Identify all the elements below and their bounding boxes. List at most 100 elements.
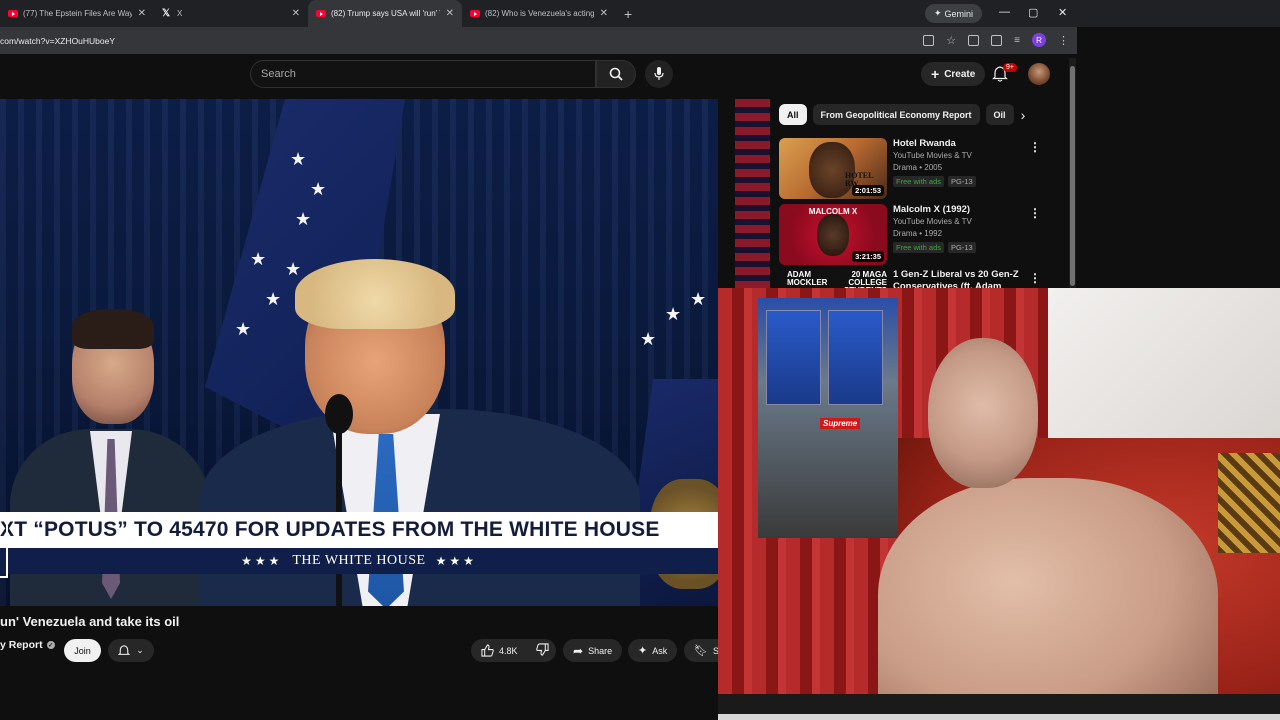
- close-tab-icon[interactable]: ✕: [292, 8, 300, 19]
- tab-trump-venezuela[interactable]: (82) Trump says USA will 'run' V ✕: [308, 0, 462, 27]
- thumbs-up-icon: [481, 644, 494, 657]
- youtube-favicon-icon: [316, 10, 326, 17]
- profile-avatar[interactable]: R: [1032, 33, 1046, 47]
- close-tab-icon[interactable]: ✕: [446, 8, 454, 19]
- recommendation-tags: Free with ads PG-13: [893, 176, 1033, 187]
- microphone-icon: [654, 67, 664, 80]
- maximize-icon[interactable]: ▢: [1028, 6, 1038, 19]
- save-button[interactable]: 🔖︎ S: [684, 639, 718, 662]
- webcam-person: [878, 328, 1218, 720]
- media-controls-icon[interactable]: ≡: [1014, 35, 1020, 46]
- recommendation-title[interactable]: Hotel Rwanda: [893, 138, 1033, 150]
- video-thumbnail[interactable]: MALCOLM X 3:21:35: [779, 204, 887, 265]
- webcam-bottom-bar: [718, 714, 1280, 720]
- chevron-down-icon: ⌄: [136, 645, 144, 655]
- video-thumbnail[interactable]: HOTEL RW 2:01:53: [779, 138, 887, 199]
- recommendation-title[interactable]: 1 Gen-Z Liberal vs 20 Gen-Z Conservative…: [893, 269, 1033, 288]
- gemini-label: Gemini: [944, 8, 974, 19]
- webcam-overlay: Supreme: [718, 288, 1280, 720]
- close-window-icon[interactable]: ✕: [1058, 6, 1067, 19]
- video-thumbnail[interactable]: ADAM MOCKLER 20 MAGA COLLEGE STUDENTS: [779, 269, 887, 288]
- like-button[interactable]: 4.8K: [481, 644, 518, 657]
- chyron-stars-left-icon: ★★★: [241, 554, 283, 568]
- gemini-sparkle-icon: ✦: [934, 8, 942, 18]
- tab-title: (82) Trump says USA will 'run' V: [331, 9, 440, 18]
- url-field[interactable]: com/watch?v=XZHOuHUboeY: [0, 36, 115, 46]
- address-bar: com/watch?v=XZHOuHUboeY ☆ ≡ R ⋮: [0, 27, 1077, 54]
- chip-from-channel[interactable]: From Geopolitical Economy Report: [812, 104, 980, 125]
- share-button[interactable]: ➦ Share: [563, 639, 623, 662]
- video-duration: 2:01:53: [852, 185, 884, 196]
- install-app-icon[interactable]: [923, 34, 935, 46]
- dislike-button[interactable]: [535, 643, 549, 658]
- presidential-flag-star-icon: ★: [690, 289, 707, 309]
- more-options-icon[interactable]: ⋮: [1029, 206, 1041, 220]
- beer-box: [766, 310, 821, 405]
- ask-label: Ask: [652, 645, 668, 656]
- chyron-brand: THE WHITE HOUSE: [292, 553, 426, 568]
- more-options-icon[interactable]: ⋮: [1029, 140, 1041, 154]
- recommendation-meta: Drama • 1992: [893, 229, 943, 238]
- thumbnail-text-left: ADAM MOCKLER: [787, 270, 828, 287]
- recommendation-title[interactable]: Malcolm X (1992): [893, 204, 1033, 216]
- flag-star-icon: ★: [310, 179, 327, 199]
- youtube-favicon-icon: [8, 10, 18, 17]
- youtube-favicon-icon: [470, 10, 480, 17]
- new-tab-button[interactable]: +: [624, 6, 632, 22]
- tab-epstein-files[interactable]: (77) The Epstein Files Are Way ✕: [0, 0, 154, 27]
- tab-venezuela-acting[interactable]: (82) Who is Venezuela's acting ✕: [462, 0, 616, 27]
- notification-badge: 9+: [1003, 63, 1017, 72]
- rating-badge: PG-13: [948, 242, 976, 253]
- gemini-button[interactable]: ✦ Gemini: [925, 4, 983, 23]
- recommendation-item[interactable]: MALCOLM X 3:21:35 Malcolm X (1992) YouTu…: [779, 204, 1069, 266]
- patterned-pillow: [1218, 453, 1280, 553]
- bookmark-star-icon[interactable]: ☆: [946, 34, 956, 47]
- recommendation-item[interactable]: ADAM MOCKLER 20 MAGA COLLEGE STUDENTS 1 …: [779, 269, 1069, 288]
- subscription-notification-button[interactable]: ⌄: [108, 639, 154, 662]
- bookmark-icon: 🔖︎: [694, 645, 708, 657]
- extensions-icon[interactable]: [968, 34, 980, 46]
- chyron-stars-right-icon: ★★★: [435, 554, 477, 568]
- tab-x[interactable]: 𝕏 X ✕: [154, 0, 308, 27]
- ask-button[interactable]: ✦ Ask: [628, 639, 678, 662]
- channel-label[interactable]: y Report: [0, 639, 43, 651]
- chip-oil[interactable]: Oil: [985, 104, 1014, 125]
- news-chyron: XT “POTUS” TO 45470 FOR UPDATES FROM THE…: [0, 512, 718, 574]
- recommendation-info: Hotel Rwanda YouTube Movies & TV Drama •…: [893, 138, 1033, 187]
- create-button[interactable]: + Create: [921, 62, 986, 86]
- search-button[interactable]: [596, 60, 636, 88]
- mini-fridge: Supreme: [758, 298, 898, 538]
- video-duration: 3:21:35: [852, 251, 884, 262]
- recommendation-item[interactable]: HOTEL RW 2:01:53 Hotel Rwanda YouTube Mo…: [779, 138, 1069, 200]
- close-tab-icon[interactable]: ✕: [138, 8, 146, 19]
- tab-title: (82) Who is Venezuela's acting: [485, 9, 594, 18]
- supreme-sticker: Supreme: [820, 418, 861, 429]
- presidential-flag-star-icon: ★: [640, 329, 657, 349]
- search-input[interactable]: Search: [250, 60, 596, 88]
- video-player[interactable]: ★ ★ ★ ★ ★ ★ ★ ★ ★ ★ XT “POTUS” TO 45470 …: [0, 99, 718, 606]
- side-panel-icon[interactable]: [991, 34, 1003, 46]
- recommendation-channel: YouTube Movies & TV: [893, 217, 972, 226]
- channel-name[interactable]: y Report ✓: [0, 639, 55, 651]
- flag-star-icon: ★: [290, 149, 307, 169]
- account-avatar[interactable]: [1028, 63, 1050, 85]
- voice-search-button[interactable]: [645, 60, 673, 88]
- more-options-icon[interactable]: ⋮: [1029, 271, 1041, 285]
- minimize-icon[interactable]: —: [999, 6, 1010, 18]
- chyron-text: XT “POTUS” TO 45470 FOR UPDATES FROM THE…: [0, 518, 660, 541]
- thumbnail-text-right: 20 MAGA COLLEGE STUDENTS: [844, 270, 887, 289]
- sparkle-icon: ✦: [638, 645, 648, 657]
- browser-menu-icon[interactable]: ⋮: [1058, 34, 1069, 47]
- share-arrow-icon: ➦: [573, 643, 584, 658]
- bell-icon: [118, 644, 131, 655]
- join-button[interactable]: Join: [64, 639, 101, 662]
- video-title: un' Venezuela and take its oil: [0, 614, 180, 629]
- chevron-right-icon[interactable]: ›: [1014, 106, 1032, 124]
- browser-tab-bar: (77) The Epstein Files Are Way ✕ 𝕏 X ✕ (…: [0, 0, 1280, 27]
- page-scrollbar-thumb[interactable]: [1070, 66, 1075, 286]
- chip-all[interactable]: All: [779, 104, 807, 125]
- close-tab-icon[interactable]: ✕: [600, 8, 608, 19]
- chyron-border: [0, 512, 8, 578]
- create-label: Create: [944, 68, 976, 80]
- x-favicon-icon: 𝕏: [162, 8, 171, 19]
